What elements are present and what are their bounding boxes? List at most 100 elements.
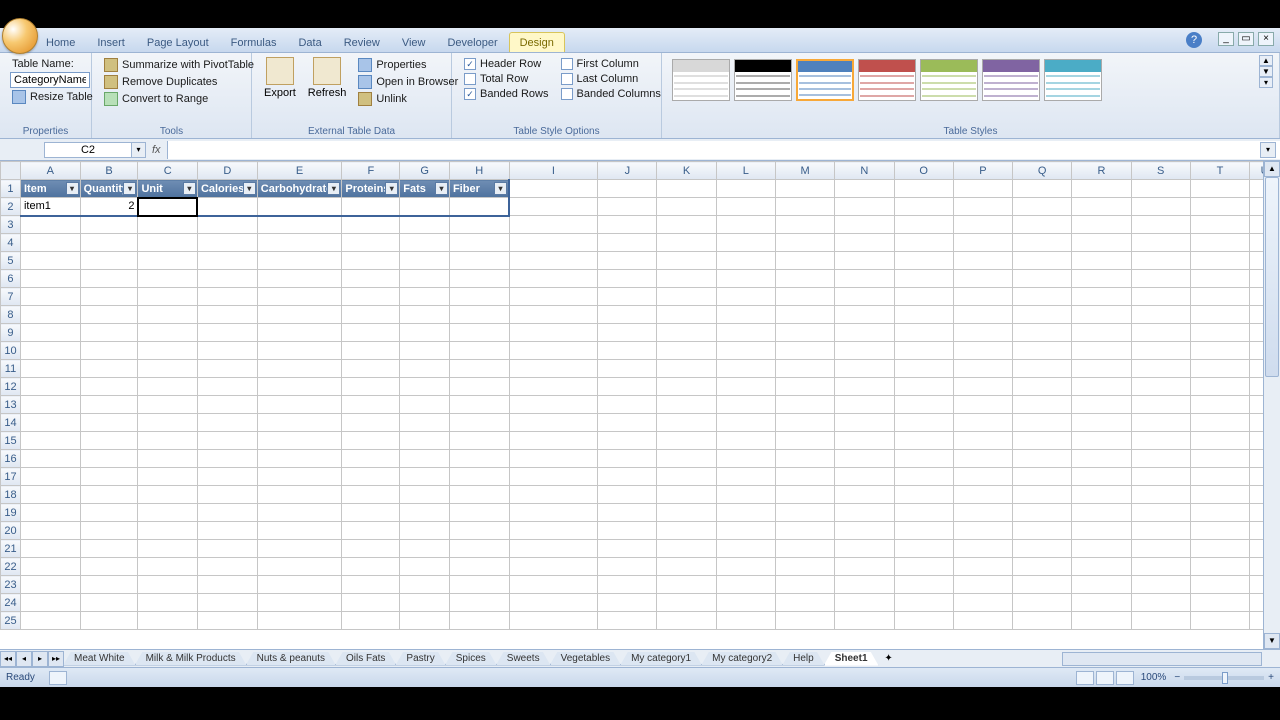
table-header-proteins[interactable]: Proteins▾ [342, 180, 400, 198]
cell-T24[interactable] [1190, 594, 1249, 612]
cell-P13[interactable] [953, 396, 1012, 414]
view-layout-button[interactable] [1096, 671, 1114, 685]
cell-C7[interactable] [138, 288, 197, 306]
cell-P12[interactable] [953, 378, 1012, 396]
tab-design[interactable]: Design [509, 32, 565, 52]
cell-G16[interactable] [400, 450, 450, 468]
cell-R17[interactable] [1072, 468, 1131, 486]
table-header-quantity[interactable]: Quantity▾ [80, 180, 138, 198]
cell-O4[interactable] [894, 234, 953, 252]
cell-B24[interactable] [80, 594, 138, 612]
tab-review[interactable]: Review [333, 32, 391, 52]
cell-Q19[interactable] [1013, 504, 1072, 522]
row-header-22[interactable]: 22 [1, 558, 21, 576]
cell-A13[interactable] [20, 396, 80, 414]
cell-E5[interactable] [257, 252, 342, 270]
cell-A20[interactable] [20, 522, 80, 540]
cell-T21[interactable] [1190, 540, 1249, 558]
cell-D23[interactable] [197, 576, 257, 594]
cell-G12[interactable] [400, 378, 450, 396]
cell-Q21[interactable] [1013, 540, 1072, 558]
macro-record-icon[interactable] [49, 671, 67, 685]
cell-K13[interactable] [657, 396, 716, 414]
cell-F12[interactable] [342, 378, 400, 396]
cell-S17[interactable] [1131, 468, 1190, 486]
table-style-swatch-0[interactable] [672, 59, 730, 101]
cell-D24[interactable] [197, 594, 257, 612]
table-style-swatch-6[interactable] [1044, 59, 1102, 101]
cell-E18[interactable] [257, 486, 342, 504]
col-header-H[interactable]: H [449, 162, 509, 180]
formula-input[interactable] [167, 141, 1280, 159]
cell-J24[interactable] [598, 594, 657, 612]
cell-O20[interactable] [894, 522, 953, 540]
cell-S24[interactable] [1131, 594, 1190, 612]
cell-H19[interactable] [449, 504, 509, 522]
cell-N15[interactable] [835, 432, 894, 450]
row-header-8[interactable]: 8 [1, 306, 21, 324]
cell-D8[interactable] [197, 306, 257, 324]
cell-B14[interactable] [80, 414, 138, 432]
cell-J8[interactable] [598, 306, 657, 324]
restore-button[interactable]: ▭ [1238, 32, 1254, 46]
worksheet-grid[interactable]: ABCDEFGHIJKLMNOPQRSTU1Item▾Quantity▾Unit… [0, 161, 1280, 649]
cell-G7[interactable] [400, 288, 450, 306]
scroll-thumb[interactable] [1265, 177, 1279, 377]
formula-expand-button[interactable]: ▾ [1260, 142, 1276, 158]
cell-L6[interactable] [716, 270, 775, 288]
cell-P17[interactable] [953, 468, 1012, 486]
cell-S15[interactable] [1131, 432, 1190, 450]
cell-O6[interactable] [894, 270, 953, 288]
cell-D11[interactable] [197, 360, 257, 378]
cell-O7[interactable] [894, 288, 953, 306]
cell-I16[interactable] [509, 450, 598, 468]
cell-F8[interactable] [342, 306, 400, 324]
vertical-scrollbar[interactable]: ▲ ▼ [1263, 161, 1280, 649]
cell-I24[interactable] [509, 594, 598, 612]
cell-B2[interactable]: 2 [80, 198, 138, 216]
cell-E23[interactable] [257, 576, 342, 594]
cell-T6[interactable] [1190, 270, 1249, 288]
cell-T18[interactable] [1190, 486, 1249, 504]
styleopt-hr[interactable]: ✓Header Row [462, 57, 551, 71]
cell-K25[interactable] [657, 612, 716, 630]
sheet-tab-vegetables[interactable]: Vegetables [550, 652, 622, 666]
cell-A2[interactable]: item1 [20, 198, 80, 216]
tab-formulas[interactable]: Formulas [220, 32, 288, 52]
name-box[interactable]: C2 [44, 142, 132, 158]
cell-J19[interactable] [598, 504, 657, 522]
row-header-18[interactable]: 18 [1, 486, 21, 504]
cell-J23[interactable] [598, 576, 657, 594]
cell-R8[interactable] [1072, 306, 1131, 324]
cell-P14[interactable] [953, 414, 1012, 432]
cell-C17[interactable] [138, 468, 197, 486]
cell-Q15[interactable] [1013, 432, 1072, 450]
cell-E3[interactable] [257, 216, 342, 234]
cell-B17[interactable] [80, 468, 138, 486]
cell-B23[interactable] [80, 576, 138, 594]
cell-A11[interactable] [20, 360, 80, 378]
cell-I11[interactable] [509, 360, 598, 378]
cell-H18[interactable] [449, 486, 509, 504]
cell-C15[interactable] [138, 432, 197, 450]
cell-O2[interactable] [894, 198, 953, 216]
cell-M23[interactable] [775, 576, 834, 594]
cell-K10[interactable] [657, 342, 716, 360]
cell-K7[interactable] [657, 288, 716, 306]
cell-L8[interactable] [716, 306, 775, 324]
sheet-nav-prev[interactable]: ◂ [16, 651, 32, 667]
sheet-nav-last[interactable]: ▸▸ [48, 651, 64, 667]
cell-P18[interactable] [953, 486, 1012, 504]
cell-D9[interactable] [197, 324, 257, 342]
col-header-S[interactable]: S [1131, 162, 1190, 180]
cell-F22[interactable] [342, 558, 400, 576]
cell-A21[interactable] [20, 540, 80, 558]
cell-R23[interactable] [1072, 576, 1131, 594]
cell-G2[interactable] [400, 198, 450, 216]
cell-S7[interactable] [1131, 288, 1190, 306]
cell-I17[interactable] [509, 468, 598, 486]
cell-R18[interactable] [1072, 486, 1131, 504]
zoom-out-button[interactable]: − [1174, 672, 1180, 683]
cell-T20[interactable] [1190, 522, 1249, 540]
cell-K15[interactable] [657, 432, 716, 450]
